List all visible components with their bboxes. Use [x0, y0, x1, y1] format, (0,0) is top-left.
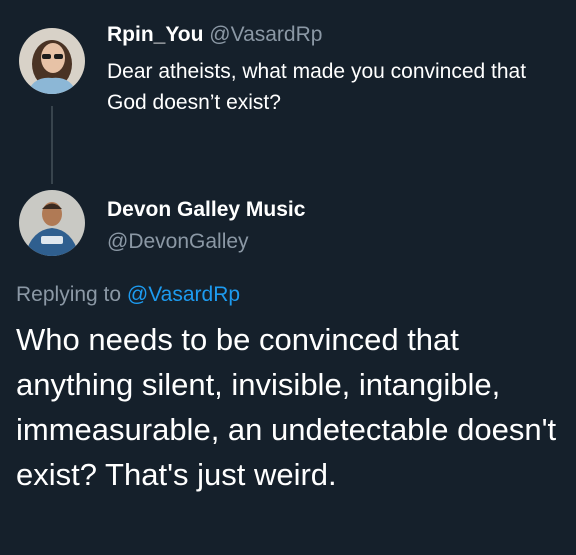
- reply-avatar[interactable]: [19, 190, 85, 256]
- reply-tweet-text: Who needs to be convinced that anything …: [16, 322, 557, 492]
- reply-display-name[interactable]: Devon Galley Music: [107, 198, 305, 222]
- replying-to-mention-link[interactable]: @VasardRp: [127, 283, 240, 306]
- reply-handle[interactable]: @DevonGalley: [107, 230, 249, 254]
- replying-to-line: Replying to @VasardRp: [16, 283, 240, 307]
- replying-to-label: Replying to: [16, 283, 122, 306]
- thread-connector-line: [51, 106, 53, 184]
- parent-avatar[interactable]: [19, 28, 85, 94]
- parent-tweet-text: Dear atheists, what made you convinced t…: [107, 60, 527, 114]
- parent-tweet-header: Rpin_You @VasardRp: [107, 23, 322, 47]
- user-avatar-icon: [19, 28, 85, 94]
- parent-display-name[interactable]: Rpin_You: [107, 23, 203, 46]
- user-avatar-icon: [19, 190, 85, 256]
- parent-handle[interactable]: @VasardRp: [209, 23, 322, 46]
